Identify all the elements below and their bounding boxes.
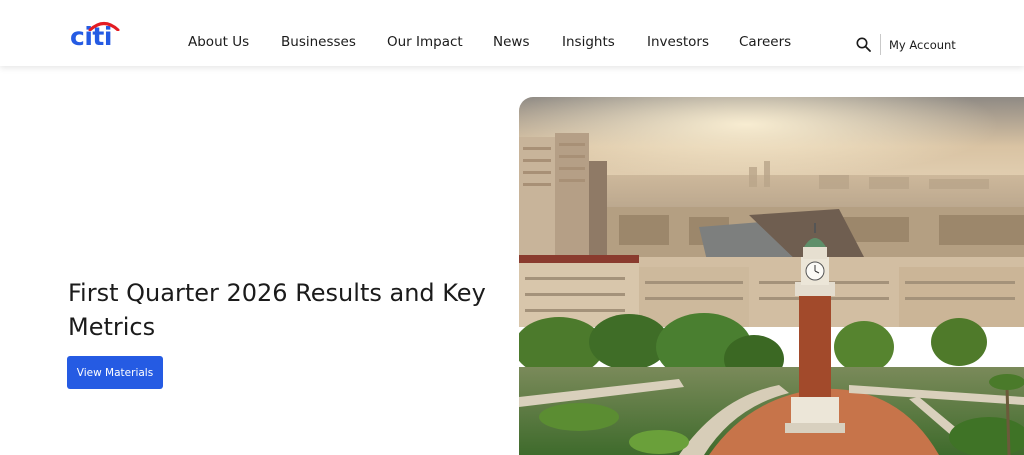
nav-item-news[interactable]: News — [493, 35, 529, 50]
nav-item-insights[interactable]: Insights — [562, 35, 615, 50]
hero-title: First Quarter 2026 Results and Key Metri… — [68, 279, 486, 341]
site-header: citi About Us Businesses Our Impact News… — [0, 0, 1024, 66]
logo-arc-icon — [88, 22, 120, 31]
nav-item-careers[interactable]: Careers — [739, 35, 791, 50]
city-clock-tower-image — [519, 97, 1024, 455]
nav-item-about-us[interactable]: About Us — [188, 35, 249, 50]
nav-item-investors[interactable]: Investors — [647, 35, 709, 50]
search-icon[interactable] — [856, 37, 871, 52]
nav-item-our-impact[interactable]: Our Impact — [387, 35, 463, 50]
citi-logo[interactable]: citi — [70, 19, 120, 51]
nav-item-businesses[interactable]: Businesses — [281, 35, 356, 50]
my-account-link[interactable]: My Account — [889, 38, 956, 52]
hero-image — [519, 97, 1024, 455]
view-materials-button[interactable]: View Materials — [67, 356, 163, 389]
header-divider — [880, 34, 881, 55]
